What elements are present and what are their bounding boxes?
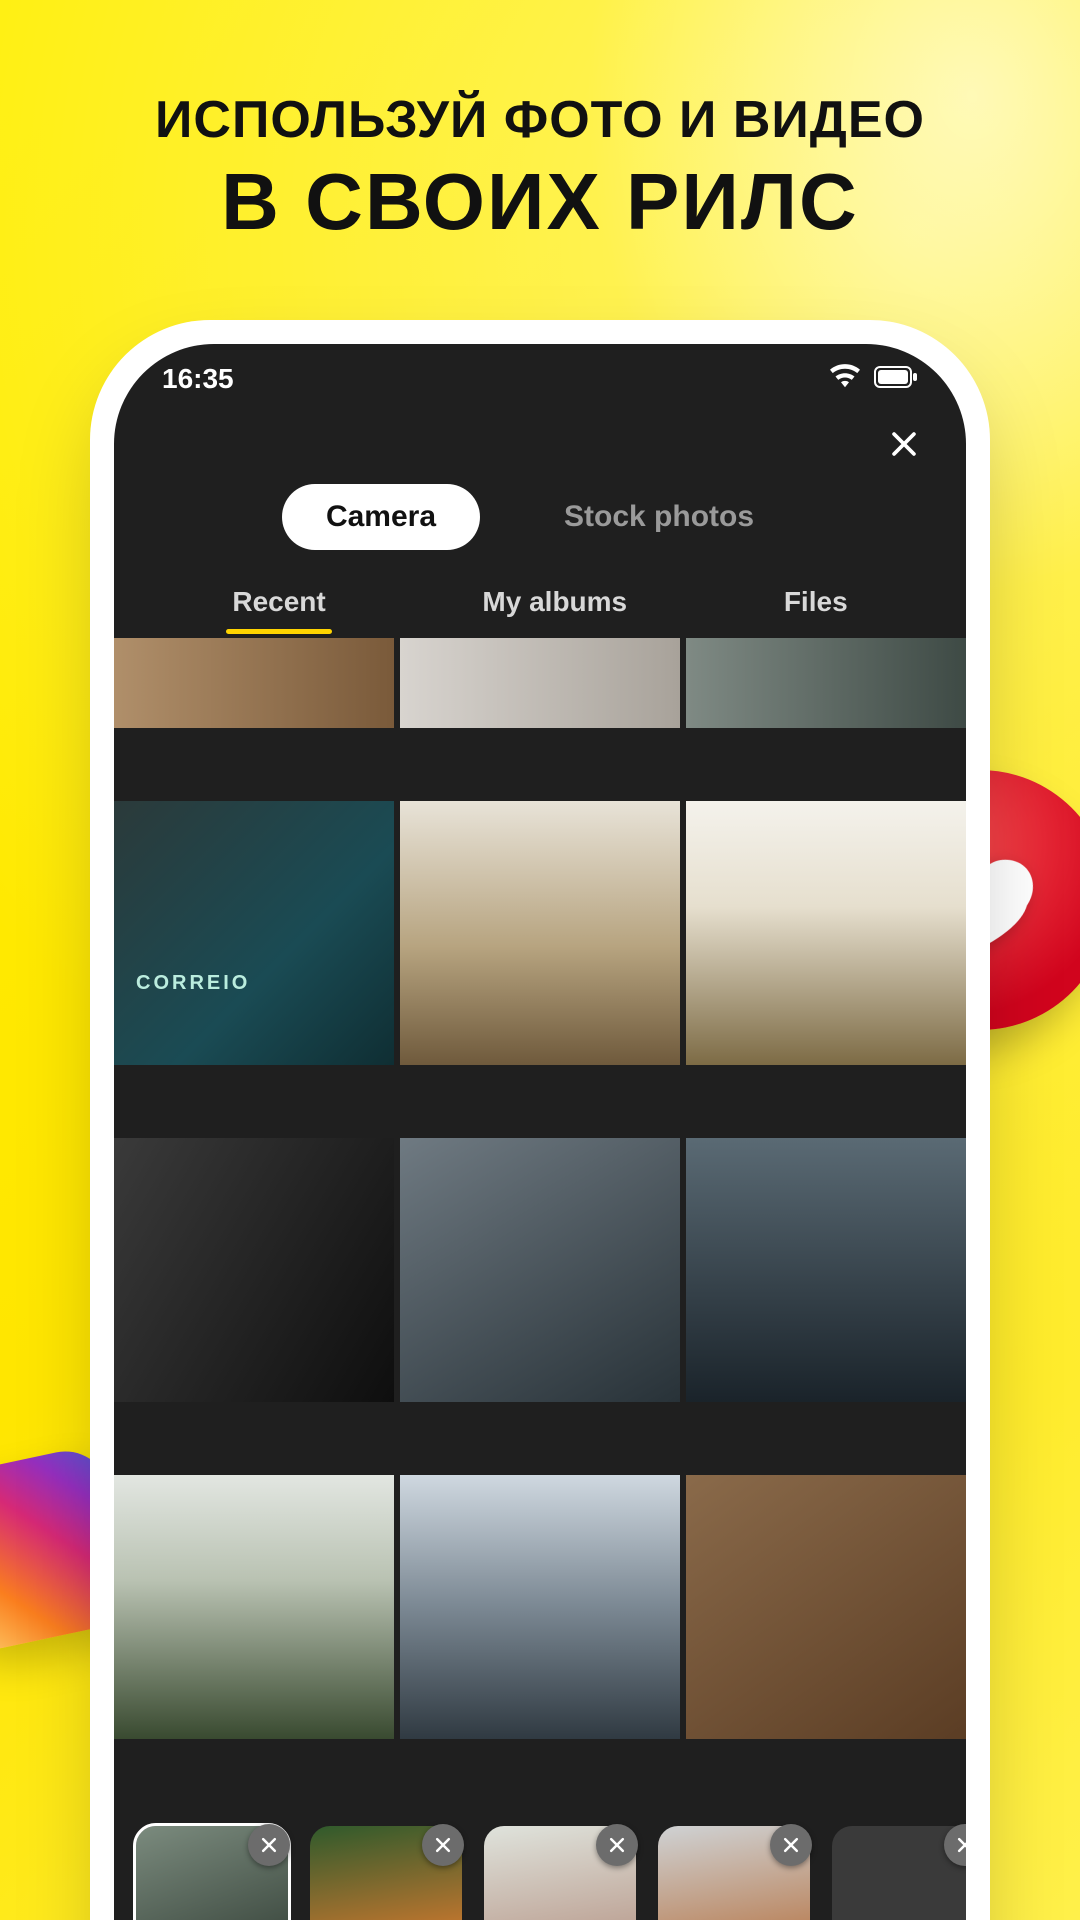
grid-item[interactable] — [114, 1475, 394, 1739]
clip-item[interactable]: 0.2 — [310, 1826, 462, 1920]
source-switch: Camera Stock photos — [114, 478, 966, 576]
status-bar: 16:35 — [114, 344, 966, 414]
grid-item[interactable] — [114, 1138, 394, 1402]
battery-icon — [874, 363, 918, 395]
phone-frame: 16:35 Camera Stock photos — [90, 320, 990, 1920]
close-button[interactable] — [882, 422, 926, 466]
remove-clip-button[interactable] — [422, 1824, 464, 1866]
grid-item[interactable] — [400, 638, 680, 728]
remove-clip-button[interactable] — [248, 1824, 290, 1866]
tab-recent[interactable]: Recent — [226, 576, 331, 634]
clip-thumb[interactable] — [136, 1826, 288, 1920]
headline-line-2: В СВОИХ РИЛС — [0, 156, 1080, 248]
grid-item[interactable] — [400, 1138, 680, 1402]
clip-item[interactable]: 0.2 — [832, 1826, 966, 1920]
tab-camera[interactable]: Camera — [282, 484, 480, 550]
clip-thumb[interactable] — [832, 1826, 966, 1920]
grid-item[interactable] — [400, 801, 680, 1065]
grid-item[interactable] — [114, 638, 394, 728]
clip-item[interactable]: 1.0 — [136, 1826, 288, 1920]
photo-grid[interactable] — [114, 638, 966, 1806]
clip-item[interactable]: 0.2 — [658, 1826, 810, 1920]
clip-item[interactable]: 0.2 — [484, 1826, 636, 1920]
grid-item[interactable] — [686, 801, 966, 1065]
tab-files[interactable]: Files — [778, 576, 854, 634]
promo-stage: ИСПОЛЬЗУЙ ФОТО И ВИДЕО В СВОИХ РИЛС 16:3… — [0, 0, 1080, 1920]
remove-clip-button[interactable] — [944, 1824, 966, 1866]
clip-thumb[interactable] — [310, 1826, 462, 1920]
grid-item[interactable] — [114, 801, 394, 1065]
headline-line-1: ИСПОЛЬЗУЙ ФОТО И ВИДЕО — [0, 90, 1080, 150]
remove-clip-button[interactable] — [596, 1824, 638, 1866]
tab-my-albums[interactable]: My albums — [476, 576, 633, 634]
grid-item[interactable] — [400, 1475, 680, 1739]
wifi-icon — [830, 363, 860, 395]
app-screen: 16:35 Camera Stock photos — [114, 344, 966, 1920]
remove-clip-button[interactable] — [770, 1824, 812, 1866]
grid-item[interactable] — [686, 638, 966, 728]
grid-item[interactable] — [686, 1475, 966, 1739]
clip-thumb[interactable] — [484, 1826, 636, 1920]
album-tabs: Recent My albums Files — [114, 576, 966, 634]
grid-item[interactable] — [686, 1138, 966, 1402]
tab-stock-photos[interactable]: Stock photos — [520, 484, 798, 550]
promo-headline: ИСПОЛЬЗУЙ ФОТО И ВИДЕО В СВОИХ РИЛС — [0, 0, 1080, 248]
status-time: 16:35 — [162, 363, 234, 395]
selected-clips-tray[interactable]: 1.0 0.2 0.2 — [114, 1806, 966, 1920]
clip-thumb[interactable] — [658, 1826, 810, 1920]
